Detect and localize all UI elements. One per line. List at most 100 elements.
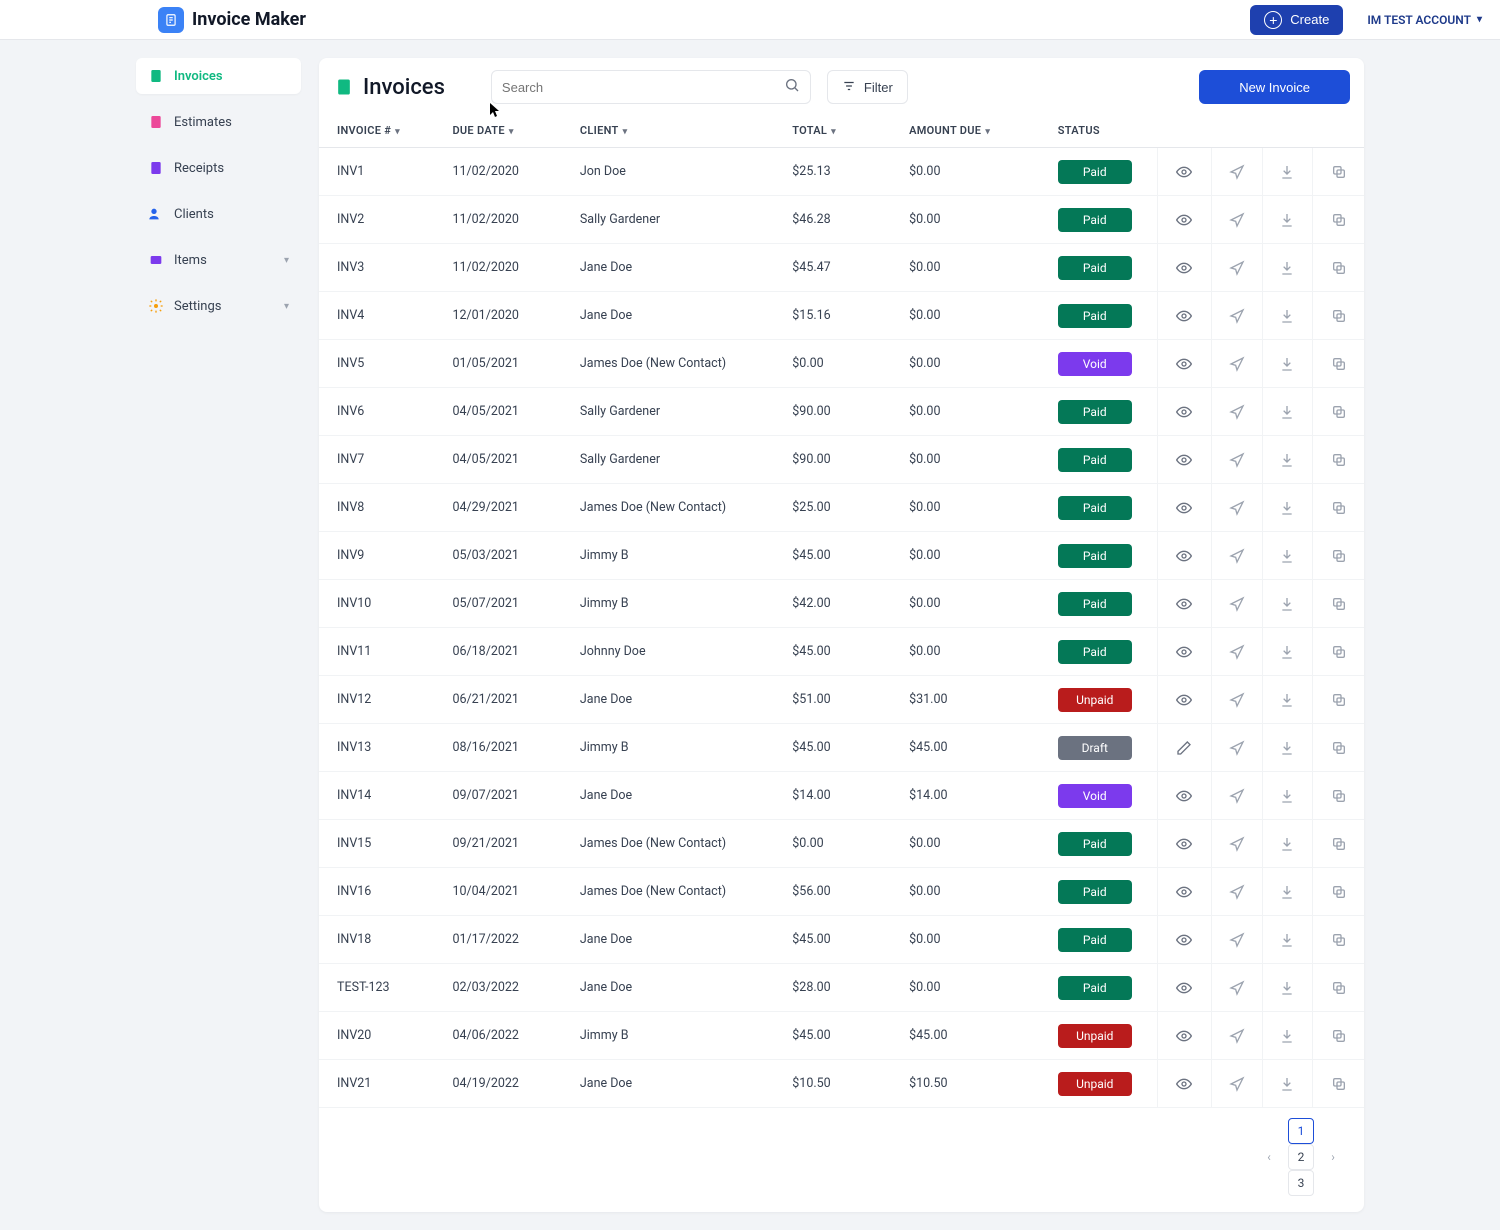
table-row[interactable]: INV2004/06/2022Jimmy B$45.00$45.00Unpaid (319, 1012, 1364, 1060)
table-row[interactable]: INV2104/19/2022Jane Doe$10.50$10.50Unpai… (319, 1060, 1364, 1108)
eye-icon[interactable] (1170, 542, 1198, 570)
page-1[interactable]: 1 (1288, 1118, 1314, 1144)
search-input[interactable] (502, 80, 776, 95)
table-row[interactable]: INV604/05/2021Sally Gardener$90.00$0.00P… (319, 388, 1364, 436)
page-prev[interactable]: ‹ (1256, 1144, 1282, 1170)
eye-icon[interactable] (1170, 254, 1198, 282)
send-icon[interactable] (1223, 542, 1251, 570)
table-row[interactable]: INV501/05/2021James Doe (New Contact)$0.… (319, 340, 1364, 388)
col-due-date[interactable]: DUE DATE▾ (446, 114, 573, 148)
filter-button[interactable]: Filter (827, 70, 908, 104)
copy-icon[interactable] (1325, 542, 1353, 570)
download-icon[interactable] (1273, 878, 1301, 906)
copy-icon[interactable] (1325, 590, 1353, 618)
download-icon[interactable] (1273, 638, 1301, 666)
sidebar-item-estimates[interactable]: Estimates (136, 104, 301, 140)
table-row[interactable]: INV1106/18/2021Johnny Doe$45.00$0.00Paid (319, 628, 1364, 676)
copy-icon[interactable] (1325, 926, 1353, 954)
page-next[interactable]: › (1320, 1144, 1346, 1170)
table-row[interactable]: INV1206/21/2021Jane Doe$51.00$31.00Unpai… (319, 676, 1364, 724)
send-icon[interactable] (1223, 494, 1251, 522)
page-3[interactable]: 3 (1288, 1170, 1314, 1196)
eye-icon[interactable] (1170, 782, 1198, 810)
download-icon[interactable] (1273, 158, 1301, 186)
col-client[interactable]: CLIENT▾ (574, 114, 786, 148)
col-total[interactable]: TOTAL▾ (786, 114, 903, 148)
table-row[interactable]: INV704/05/2021Sally Gardener$90.00$0.00P… (319, 436, 1364, 484)
download-icon[interactable] (1273, 830, 1301, 858)
download-icon[interactable] (1273, 686, 1301, 714)
eye-icon[interactable] (1170, 206, 1198, 234)
eye-icon[interactable] (1170, 350, 1198, 378)
table-row[interactable]: INV1801/17/2022Jane Doe$45.00$0.00Paid (319, 916, 1364, 964)
download-icon[interactable] (1273, 446, 1301, 474)
sidebar-item-settings[interactable]: Settings ▾ (136, 288, 301, 324)
eye-icon[interactable] (1170, 398, 1198, 426)
copy-icon[interactable] (1325, 206, 1353, 234)
copy-icon[interactable] (1325, 1022, 1353, 1050)
eye-icon[interactable] (1170, 1070, 1198, 1098)
download-icon[interactable] (1273, 1070, 1301, 1098)
table-row[interactable]: INV1308/16/2021Jimmy B$45.00$45.00Draft (319, 724, 1364, 772)
download-icon[interactable] (1273, 1022, 1301, 1050)
send-icon[interactable] (1223, 686, 1251, 714)
send-icon[interactable] (1223, 350, 1251, 378)
table-row[interactable]: INV111/02/2020Jon Doe$25.13$0.00Paid (319, 148, 1364, 196)
copy-icon[interactable] (1325, 302, 1353, 330)
table-row[interactable]: INV1610/04/2021James Doe (New Contact)$5… (319, 868, 1364, 916)
send-icon[interactable] (1223, 158, 1251, 186)
table-row[interactable]: INV412/01/2020Jane Doe$15.16$0.00Paid (319, 292, 1364, 340)
send-icon[interactable] (1223, 446, 1251, 474)
download-icon[interactable] (1273, 350, 1301, 378)
eye-icon[interactable] (1170, 158, 1198, 186)
copy-icon[interactable] (1325, 734, 1353, 762)
eye-icon[interactable] (1170, 878, 1198, 906)
send-icon[interactable] (1223, 830, 1251, 858)
eye-icon[interactable] (1170, 830, 1198, 858)
copy-icon[interactable] (1325, 446, 1353, 474)
new-invoice-button[interactable]: New Invoice (1199, 70, 1350, 104)
table-row[interactable]: INV1409/07/2021Jane Doe$14.00$14.00Void (319, 772, 1364, 820)
send-icon[interactable] (1223, 782, 1251, 810)
copy-icon[interactable] (1325, 494, 1353, 522)
copy-icon[interactable] (1325, 254, 1353, 282)
eye-icon[interactable] (1170, 974, 1198, 1002)
eye-icon[interactable] (1170, 302, 1198, 330)
copy-icon[interactable] (1325, 158, 1353, 186)
send-icon[interactable] (1223, 254, 1251, 282)
sidebar-item-receipts[interactable]: Receipts (136, 150, 301, 186)
copy-icon[interactable] (1325, 686, 1353, 714)
col-amount-due[interactable]: AMOUNT DUE▾ (903, 114, 1052, 148)
download-icon[interactable] (1273, 254, 1301, 282)
eye-icon[interactable] (1170, 494, 1198, 522)
table-row[interactable]: TEST-12302/03/2022Jane Doe$28.00$0.00Pai… (319, 964, 1364, 1012)
download-icon[interactable] (1273, 494, 1301, 522)
send-icon[interactable] (1223, 974, 1251, 1002)
download-icon[interactable] (1273, 398, 1301, 426)
copy-icon[interactable] (1325, 1070, 1353, 1098)
copy-icon[interactable] (1325, 782, 1353, 810)
send-icon[interactable] (1223, 398, 1251, 426)
sidebar-item-invoices[interactable]: Invoices (136, 58, 301, 94)
download-icon[interactable] (1273, 206, 1301, 234)
copy-icon[interactable] (1325, 878, 1353, 906)
copy-icon[interactable] (1325, 638, 1353, 666)
account-menu[interactable]: IM TEST ACCOUNT ▾ (1367, 13, 1482, 27)
copy-icon[interactable] (1325, 974, 1353, 1002)
table-row[interactable]: INV1005/07/2021Jimmy B$42.00$0.00Paid (319, 580, 1364, 628)
eye-icon[interactable] (1170, 686, 1198, 714)
table-row[interactable]: INV804/29/2021James Doe (New Contact)$25… (319, 484, 1364, 532)
table-row[interactable]: INV905/03/2021Jimmy B$45.00$0.00Paid (319, 532, 1364, 580)
send-icon[interactable] (1223, 1070, 1251, 1098)
download-icon[interactable] (1273, 782, 1301, 810)
sidebar-item-items[interactable]: Items ▾ (136, 242, 301, 278)
send-icon[interactable] (1223, 590, 1251, 618)
page-2[interactable]: 2 (1288, 1144, 1314, 1170)
edit-icon[interactable] (1170, 734, 1198, 762)
send-icon[interactable] (1223, 734, 1251, 762)
download-icon[interactable] (1273, 734, 1301, 762)
download-icon[interactable] (1273, 542, 1301, 570)
table-row[interactable]: INV1509/21/2021James Doe (New Contact)$0… (319, 820, 1364, 868)
eye-icon[interactable] (1170, 638, 1198, 666)
create-button[interactable]: + Create (1250, 5, 1343, 35)
